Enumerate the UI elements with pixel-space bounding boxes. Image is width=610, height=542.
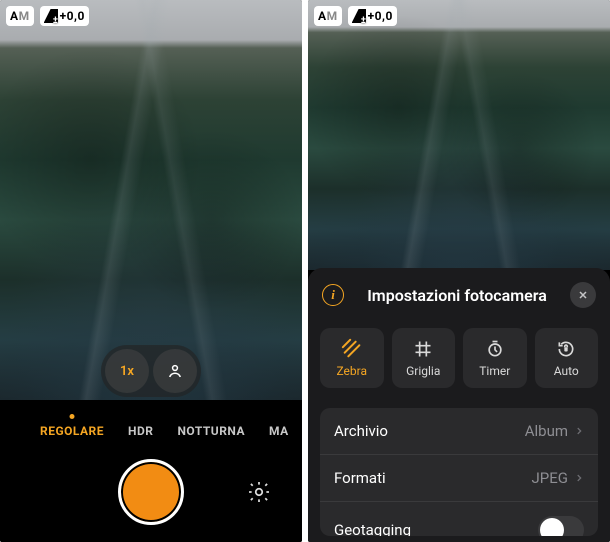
row-label: Archivio	[334, 422, 525, 440]
mode-regular[interactable]: REGOLARE	[40, 424, 104, 438]
quick-tools: Zebra Griglia Time	[308, 324, 610, 402]
tool-label: Auto	[554, 364, 579, 378]
row-geotagging[interactable]: Geotagging	[320, 501, 598, 536]
row-value: JPEG	[532, 469, 568, 487]
chevron-right-icon	[574, 471, 584, 485]
camera-settings-sheet: i Impostazioni fotocamera Zebra	[308, 268, 610, 542]
settings-button[interactable]	[244, 477, 274, 507]
exposure-icon	[352, 9, 366, 23]
mode-night[interactable]: NOTTURNA	[177, 424, 245, 438]
exposure-badge[interactable]: +0,0	[40, 6, 89, 26]
sheet-header: i Impostazioni fotocamera	[308, 268, 610, 324]
portrait-button[interactable]	[153, 349, 197, 393]
exposure-value: +0,0	[368, 9, 393, 23]
gallery-thumbnail[interactable]	[28, 477, 58, 507]
tool-grid[interactable]: Griglia	[392, 328, 456, 388]
zebra-icon	[341, 338, 363, 360]
zoom-label: 1x	[120, 364, 134, 379]
settings-list: Archivio Album Formati JPEG Geotagging	[320, 408, 598, 536]
camera-screen-settings: AM +0,0 i Impostazioni fotocamera	[308, 0, 610, 542]
mode-hdr[interactable]: HDR	[128, 424, 153, 438]
geotagging-toggle[interactable]	[538, 516, 584, 536]
person-icon	[166, 362, 184, 380]
timer-icon	[484, 338, 506, 360]
mode-am-badge[interactable]: AM	[6, 6, 34, 26]
row-formats[interactable]: Formati JPEG	[320, 454, 598, 501]
tool-label: Zebra	[336, 364, 367, 378]
bottom-bar	[0, 442, 302, 542]
tool-zebra[interactable]: Zebra	[320, 328, 384, 388]
info-button[interactable]: i	[322, 284, 344, 306]
tool-label: Timer	[479, 364, 510, 378]
mode-a-letter: A	[318, 9, 327, 23]
close-button[interactable]	[570, 282, 596, 308]
mode-am-badge[interactable]: AM	[314, 6, 342, 26]
exposure-badge[interactable]: +0,0	[348, 6, 397, 26]
top-badges: AM +0,0	[314, 6, 397, 26]
top-badges: AM +0,0	[6, 6, 89, 26]
gear-icon	[246, 479, 272, 505]
chevron-right-icon	[574, 424, 584, 438]
tool-timer[interactable]: Timer	[463, 328, 527, 388]
close-icon	[577, 289, 589, 301]
viewfinder[interactable]	[0, 0, 302, 400]
mode-next-partial[interactable]: MA	[269, 424, 289, 438]
exposure-icon	[44, 9, 58, 23]
mode-m-letter: M	[327, 9, 338, 23]
shutter-button[interactable]	[118, 459, 184, 525]
zoom-button[interactable]: 1x	[105, 349, 149, 393]
camera-screen-main: AM +0,0 1x REGOLARE	[0, 0, 302, 542]
row-label: Formati	[334, 469, 532, 487]
row-archive[interactable]: Archivio Album	[320, 408, 598, 454]
mode-strip[interactable]: REGOLARE HDR NOTTURNA MA	[0, 424, 302, 438]
exposure-value: +0,0	[60, 9, 85, 23]
rotation-lock-icon	[555, 338, 577, 360]
mode-a-letter: A	[10, 9, 19, 23]
info-icon: i	[331, 287, 335, 303]
grid-icon	[412, 338, 434, 360]
row-label: Geotagging	[334, 521, 538, 536]
tool-auto-rotation[interactable]: Auto	[535, 328, 599, 388]
tool-label: Griglia	[406, 364, 440, 378]
mode-m-letter: M	[19, 9, 30, 23]
sheet-title: Impostazioni fotocamera	[344, 286, 570, 305]
viewfinder-controls: 1x	[101, 345, 201, 397]
row-value: Album	[525, 422, 568, 440]
viewfinder	[308, 0, 610, 270]
